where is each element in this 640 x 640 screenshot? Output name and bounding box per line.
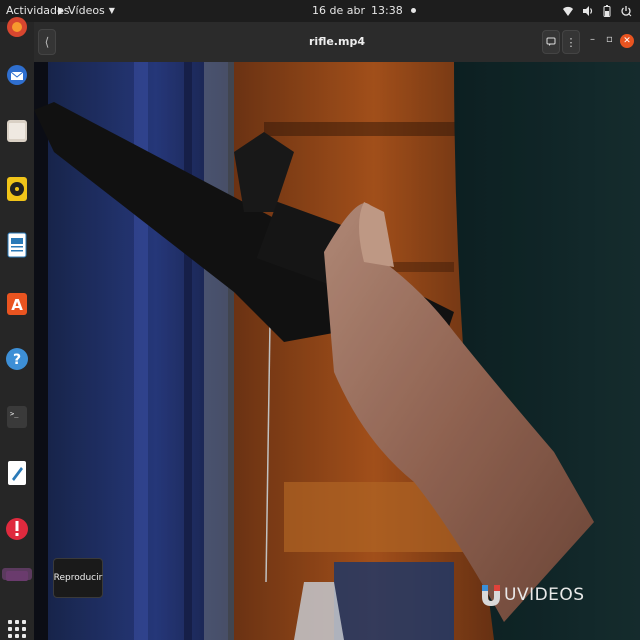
- menu-button[interactable]: ⋮: [562, 30, 580, 54]
- dock-item-update[interactable]: [4, 516, 30, 542]
- svg-text:?: ?: [13, 352, 21, 368]
- notification-dot-icon: [410, 8, 416, 13]
- restore-icon: ▫: [606, 34, 613, 45]
- restore-button[interactable]: ▫: [606, 34, 613, 45]
- dock-item-firefox[interactable]: [4, 14, 30, 40]
- univision-logo-icon: [482, 585, 500, 606]
- update-icon: [6, 518, 28, 540]
- software-icon: A: [7, 293, 27, 315]
- dock-item-text-editor[interactable]: [4, 460, 30, 486]
- files-icon: [7, 120, 27, 142]
- subtitles-button[interactable]: [542, 30, 560, 54]
- play-tooltip-label: Reproducir: [53, 573, 103, 583]
- app-menu-label: Vídeos: [68, 4, 105, 17]
- battery-icon: [603, 5, 611, 17]
- top-bar: Actividades Vídeos ▼ 16 de abr 13:38: [0, 0, 640, 22]
- window-header: ⟨ rifle.mp4 ⋮ – ▫ ✕: [34, 22, 640, 62]
- writer-icon: [7, 232, 27, 258]
- dock-item-writer[interactable]: [4, 232, 30, 258]
- watermark-text: UVIDEOS: [504, 585, 585, 605]
- svg-text:A: A: [11, 296, 23, 314]
- subtitles-icon: [546, 37, 556, 46]
- minimize-button[interactable]: –: [590, 34, 595, 45]
- dock-item-thunderbird[interactable]: [4, 62, 30, 88]
- firefox-icon: [7, 17, 27, 37]
- more-vertical-icon: ⋮: [565, 35, 577, 49]
- videos-icon: [6, 571, 28, 581]
- svg-text:>_: >_: [10, 410, 19, 418]
- video-frame[interactable]: [34, 62, 640, 640]
- app-menu[interactable]: Vídeos ▼: [58, 4, 115, 17]
- chevron-down-icon: ▼: [108, 6, 115, 15]
- thunderbird-icon: [7, 65, 27, 85]
- rhythmbox-icon: [7, 177, 27, 201]
- dock-item-software[interactable]: A: [4, 290, 30, 316]
- volume-icon: [583, 6, 593, 16]
- videos-app-icon: [58, 6, 64, 15]
- close-button[interactable]: ✕: [620, 34, 634, 48]
- terminal-icon: >_: [7, 406, 27, 428]
- dock-item-videos[interactable]: [4, 562, 30, 588]
- power-icon: [621, 6, 632, 17]
- close-icon: ✕: [623, 36, 631, 46]
- dock-item-terminal[interactable]: >_: [4, 404, 30, 430]
- play-tooltip: Reproducir: [53, 558, 103, 598]
- clock-time: 13:38: [371, 4, 403, 17]
- help-icon: ?: [6, 348, 28, 370]
- clock-date: 16 de abr: [312, 4, 365, 17]
- text-editor-icon: [8, 461, 26, 485]
- wifi-icon: [563, 6, 573, 16]
- clock[interactable]: 16 de abr 13:38: [312, 4, 416, 17]
- dock-item-files[interactable]: [4, 118, 30, 144]
- dock: A ? >_: [0, 17, 34, 640]
- dock-item-rhythmbox[interactable]: [4, 176, 30, 202]
- video-still-image: [34, 62, 640, 640]
- watermark-logo: UVIDEOS: [480, 580, 585, 610]
- system-tray[interactable]: [562, 3, 632, 19]
- apps-grid-icon[interactable]: [8, 620, 26, 638]
- minimize-icon: –: [590, 34, 595, 45]
- dock-item-help[interactable]: ?: [4, 346, 30, 372]
